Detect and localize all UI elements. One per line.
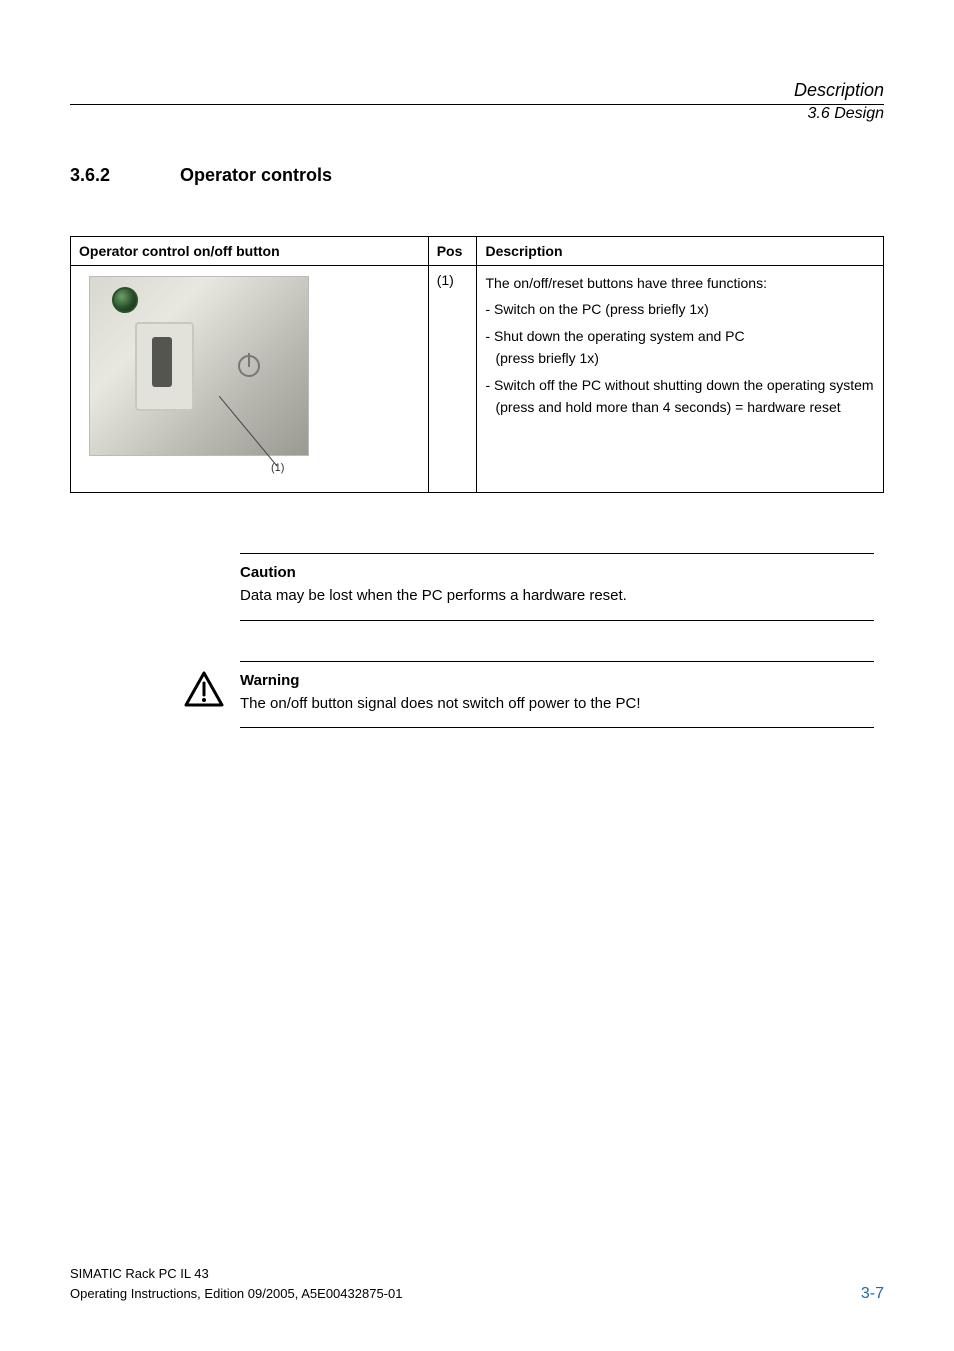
th-operator-control: Operator control on/off button (71, 237, 429, 266)
caution-text: Data may be lost when the PC performs a … (240, 585, 874, 608)
cell-pos: (1) (428, 266, 477, 493)
operator-control-image: (1) (79, 276, 420, 486)
leader-line (219, 396, 299, 468)
page-header: Description 3.6 Design (70, 80, 884, 123)
table-row: (1) (1) The on/off/reset buttons have th… (71, 266, 884, 493)
section-title: Operator controls (180, 165, 332, 186)
footer-line-2: Operating Instructions, Edition 09/2005,… (70, 1284, 402, 1304)
cell-image: (1) (71, 266, 429, 493)
caution-head: Caution (240, 564, 874, 581)
power-icon (238, 355, 260, 377)
lens-icon (112, 287, 138, 313)
desc-item-2b: (press briefly 1x) (495, 347, 875, 369)
th-pos: Pos (428, 237, 477, 266)
operator-controls-table: Operator control on/off button Pos Descr… (70, 236, 884, 493)
section-number: 3.6.2 (70, 165, 180, 186)
desc-item-3a: - Switch off the PC without shutting dow… (485, 374, 875, 396)
desc-item-2a: - Shut down the operating system and PC (485, 325, 875, 347)
warning-text: The on/off button signal does not switch… (240, 693, 874, 716)
footer-page-number: 3-7 (861, 1285, 884, 1303)
th-description: Description (477, 237, 884, 266)
desc-intro: The on/off/reset buttons have three func… (485, 272, 875, 294)
page-footer: SIMATIC Rack PC IL 43 Operating Instruct… (70, 1264, 884, 1303)
header-rule (70, 104, 884, 105)
desc-item-3b: (press and hold more than 4 seconds) = h… (495, 396, 875, 418)
footer-left: SIMATIC Rack PC IL 43 Operating Instruct… (70, 1264, 402, 1303)
warning-box: Warning The on/off button signal does no… (240, 661, 874, 729)
warning-icon (184, 671, 224, 712)
caution-box: Caution Data may be lost when the PC per… (240, 553, 874, 621)
description-list: The on/off/reset buttons have three func… (485, 272, 875, 418)
desc-item-1: - Switch on the PC (press briefly 1x) (485, 298, 875, 320)
table-header-row: Operator control on/off button Pos Descr… (71, 237, 884, 266)
header-title: Description (70, 80, 884, 101)
footer-line-1: SIMATIC Rack PC IL 43 (70, 1264, 402, 1284)
image-callout-label: (1) (271, 462, 284, 474)
header-subtitle: 3.6 Design (802, 105, 885, 123)
cell-description: The on/off/reset buttons have three func… (477, 266, 884, 493)
warning-head: Warning (240, 672, 874, 689)
section-heading: 3.6.2 Operator controls (70, 165, 884, 186)
